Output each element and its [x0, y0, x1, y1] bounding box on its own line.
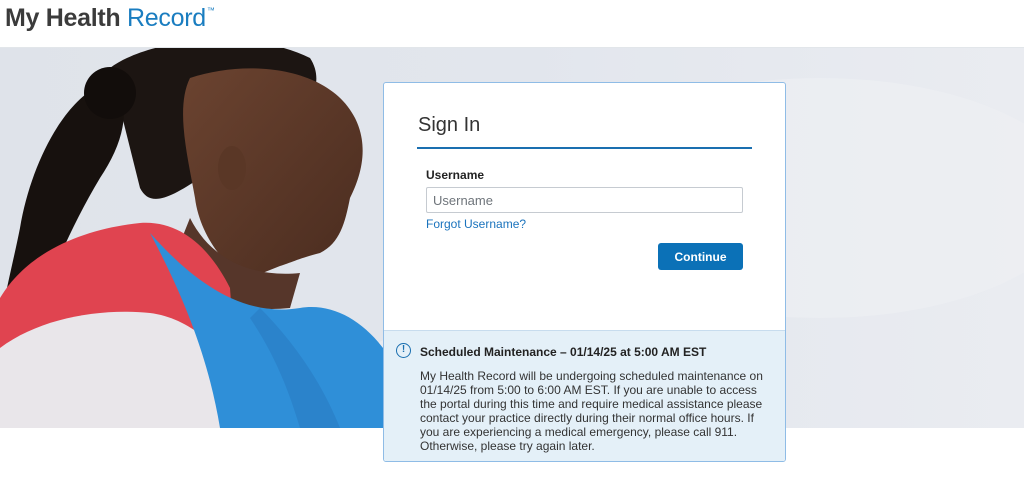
sign-in-title: Sign In — [418, 114, 481, 136]
notice-title: Scheduled Maintenance – 01/14/25 at 5:00… — [420, 345, 707, 359]
continue-button[interactable]: Continue — [658, 243, 743, 270]
notice-body: My Health Record will be undergoing sche… — [420, 369, 763, 453]
logo-text-secondary: Record — [120, 4, 206, 32]
forgot-username-link[interactable]: Forgot Username? — [426, 217, 526, 231]
logo-text-primary: My Health — [5, 4, 121, 32]
site-logo[interactable]: My Health Record™ — [5, 4, 215, 33]
info-icon: ! — [396, 343, 411, 358]
site-header: My Health Record™ — [0, 0, 1024, 48]
sign-in-card: Sign In Username Forgot Username? Contin… — [383, 82, 786, 462]
logo-trademark: ™ — [206, 6, 215, 15]
username-input[interactable] — [426, 187, 743, 213]
title-divider — [417, 147, 752, 149]
maintenance-notice: ! Scheduled Maintenance – 01/14/25 at 5:… — [384, 330, 785, 461]
username-label: Username — [426, 168, 485, 182]
